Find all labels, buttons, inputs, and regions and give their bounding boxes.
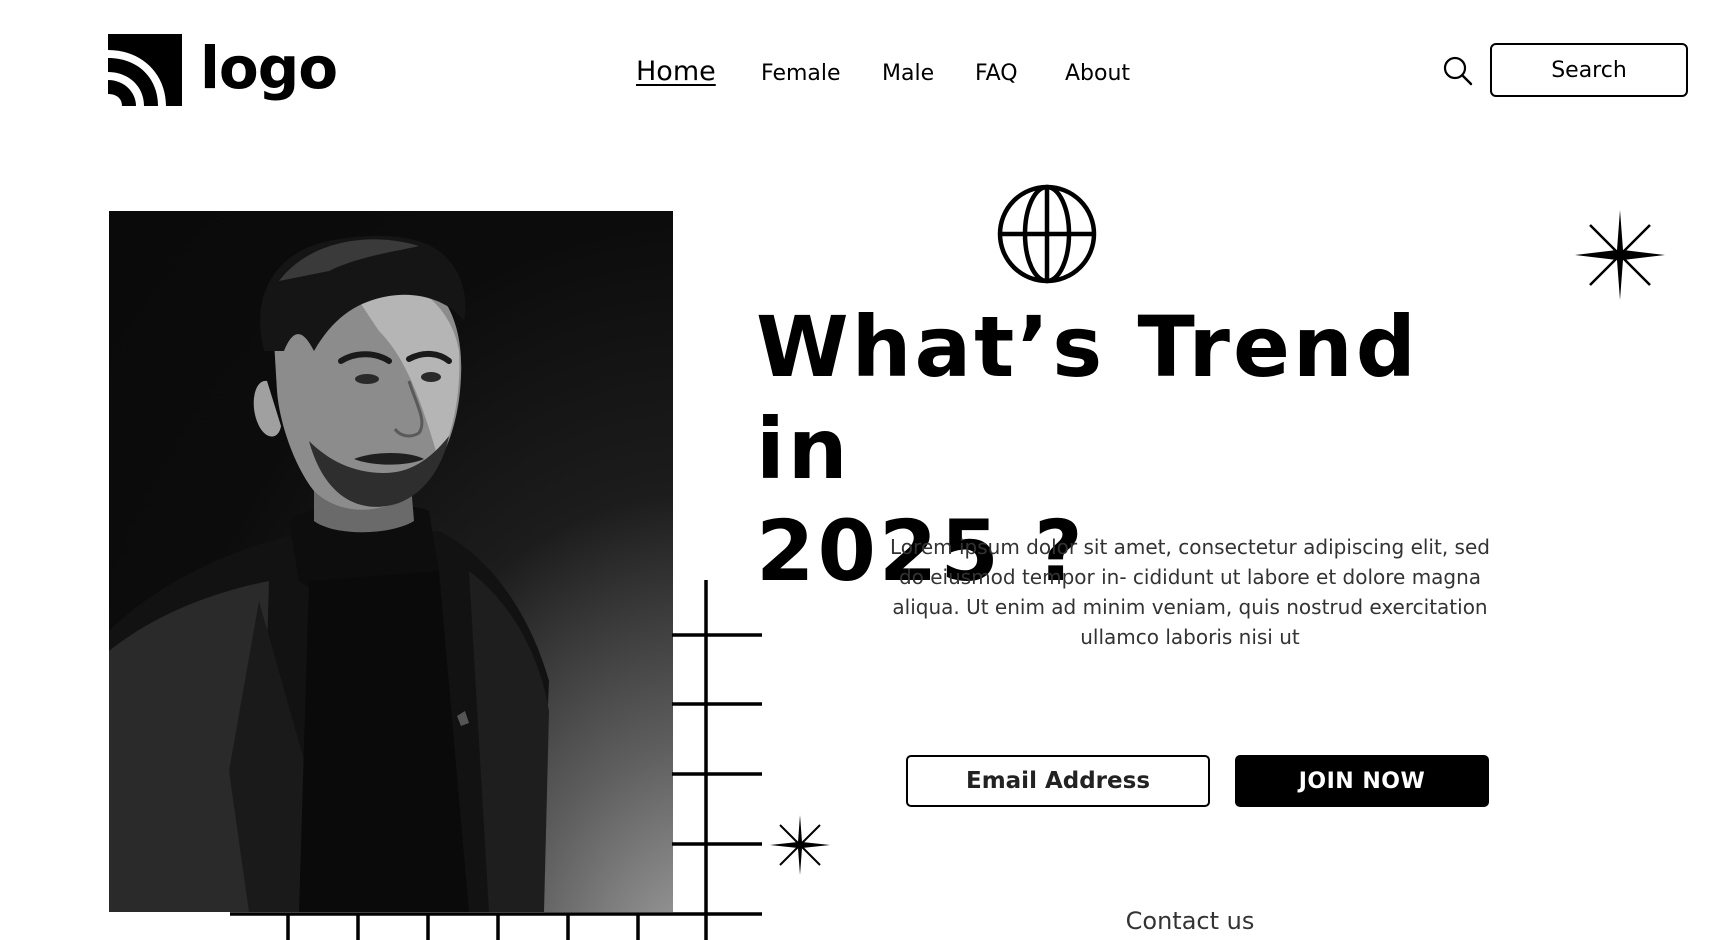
globe-icon xyxy=(997,184,1097,284)
grid-lines-decoration xyxy=(230,580,762,940)
sparkle-star-icon xyxy=(1575,210,1665,300)
nav-item-about[interactable]: About xyxy=(1065,54,1130,94)
email-field[interactable] xyxy=(906,755,1210,807)
nav-item-female[interactable]: Female xyxy=(761,54,841,94)
nav-item-male[interactable]: Male xyxy=(882,54,934,94)
hero-description: Lorem ipsum dolor sit amet, consectetur … xyxy=(890,535,1490,649)
nav-item-home[interactable]: Home xyxy=(636,52,716,92)
sparkle-star-icon-small xyxy=(770,815,830,875)
contact-us-link[interactable]: Contact us xyxy=(1050,906,1330,936)
hero-title-line1: What’s Trend in xyxy=(756,298,1419,498)
join-now-button[interactable]: JOIN NOW xyxy=(1235,755,1489,807)
nav-item-faq[interactable]: FAQ xyxy=(975,54,1018,94)
search-icon[interactable] xyxy=(1443,56,1473,86)
search-button[interactable]: Search xyxy=(1490,43,1688,97)
